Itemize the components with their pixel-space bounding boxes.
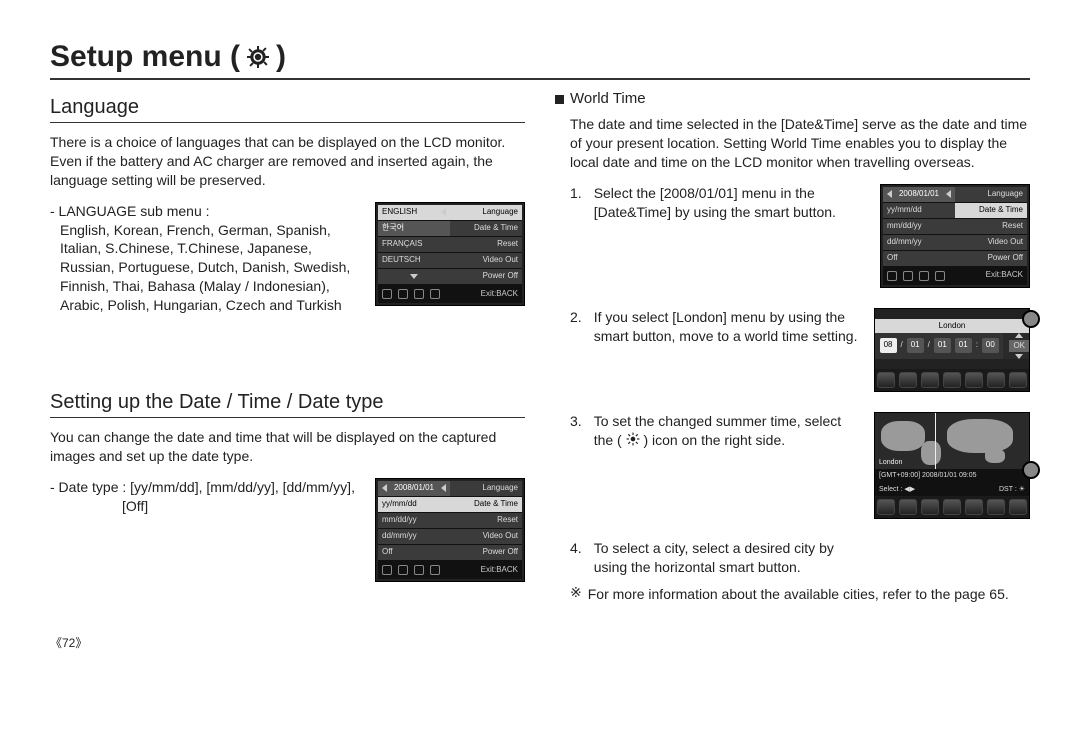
step-3-row: 3. To set the changed summer time, selec… — [570, 412, 1030, 519]
dial-knob-icon — [1022, 310, 1040, 328]
datetime-heading: Setting up the Date / Time / Date type — [50, 391, 525, 418]
page-title: Setup menu ( — [50, 40, 240, 74]
datetype-block: - Date type : [yy/mm/dd], [mm/dd/yy], [d… — [50, 478, 361, 516]
dial-knob-icon — [1022, 461, 1040, 479]
step-3-text: To set the changed summer time, select t… — [594, 412, 862, 519]
chevron-down-icon — [1015, 354, 1023, 359]
datetype-off: [Off] — [50, 497, 361, 516]
language-submenu-label: - LANGUAGE sub menu : — [50, 202, 361, 221]
note-row: ※ For more information about the availab… — [555, 585, 1030, 604]
lcd-language-screenshot: ENGLISH 한국어 FRANÇAIS DEUTSCH Language Da… — [375, 202, 525, 306]
left-column: Language There is a choice of languages … — [50, 90, 525, 604]
step-1-text: Select the [2008/01/01] menu in the [Dat… — [594, 184, 868, 288]
language-heading: Language — [50, 96, 525, 123]
world-time-heading: World Time — [570, 90, 646, 107]
language-paragraph: There is a choice of languages that can … — [50, 133, 525, 190]
page-title-row: Setup menu ( ) — [50, 40, 1030, 80]
square-bullet-icon — [555, 95, 564, 104]
lcd-worldmap-screenshot: London [GMT+09:00] 2008/01/01 09:05 Sele… — [874, 412, 1030, 519]
right-column: World Time The date and time selected in… — [555, 90, 1030, 604]
step-4-text: To select a city, select a desired city … — [594, 539, 862, 577]
page-number: 《72》 — [50, 634, 1030, 651]
world-time-heading-row: World Time — [555, 90, 1030, 107]
gear-icon — [246, 45, 270, 69]
step-2-text: If you select [London] menu by using the… — [594, 308, 862, 393]
lcd-datetype-screenshot: 2008/01/01 yy/mm/dd mm/dd/yy dd/mm/yy Of… — [375, 478, 525, 582]
step-4-row: 4. To select a city, select a desired ci… — [570, 539, 1030, 577]
world-time-paragraph: The date and time selected in the [Date&… — [555, 115, 1030, 172]
page-title-close: ) — [276, 40, 286, 74]
step-2-row: 2. If you select [London] menu by using … — [570, 308, 1030, 393]
language-submenu-block: - LANGUAGE sub menu : English, Korean, F… — [50, 202, 361, 315]
note-text: For more information about the available… — [588, 585, 1009, 604]
reference-mark-icon: ※ — [570, 585, 582, 604]
step-1-row: 1. Select the [2008/01/01] menu in the [… — [570, 184, 1030, 288]
lcd-city-bar: London — [875, 319, 1029, 333]
lcd-worldtime-menu-screenshot: 2008/01/01 yy/mm/dd mm/dd/yy dd/mm/yy Of… — [880, 184, 1030, 288]
language-submenu-list: English, Korean, French, German, Spanish… — [50, 221, 361, 315]
sun-icon — [626, 432, 640, 451]
lcd-london-screenshot: London 08/01/0101:00 OK — [874, 308, 1030, 393]
chevron-up-icon — [1015, 333, 1023, 338]
datetime-paragraph: You can change the date and time that wi… — [50, 428, 525, 466]
chevron-down-icon — [410, 274, 418, 279]
datetype-line: - Date type : [yy/mm/dd], [mm/dd/yy], [d… — [50, 478, 361, 497]
